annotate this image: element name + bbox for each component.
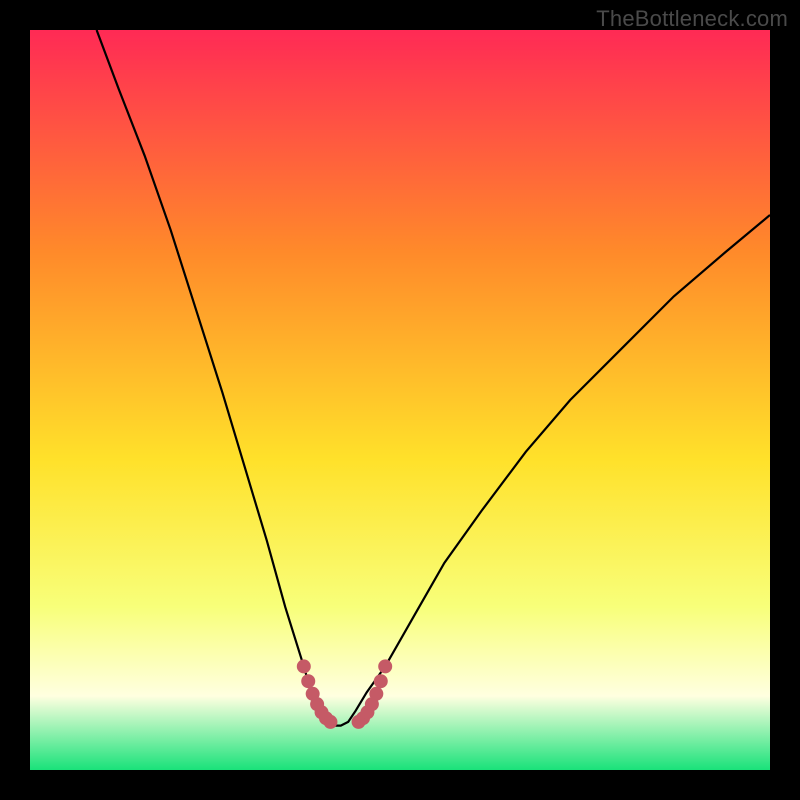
optimal-marker — [374, 674, 388, 688]
optimal-marker — [378, 659, 392, 673]
optimal-marker — [301, 674, 315, 688]
chart-frame: TheBottleneck.com — [0, 0, 800, 800]
optimal-marker — [297, 659, 311, 673]
gradient-background — [30, 30, 770, 770]
optimal-marker — [369, 687, 383, 701]
bottleneck-chart — [30, 30, 770, 770]
optimal-marker — [323, 715, 337, 729]
watermark-text: TheBottleneck.com — [596, 6, 788, 32]
plot-area — [30, 30, 770, 770]
